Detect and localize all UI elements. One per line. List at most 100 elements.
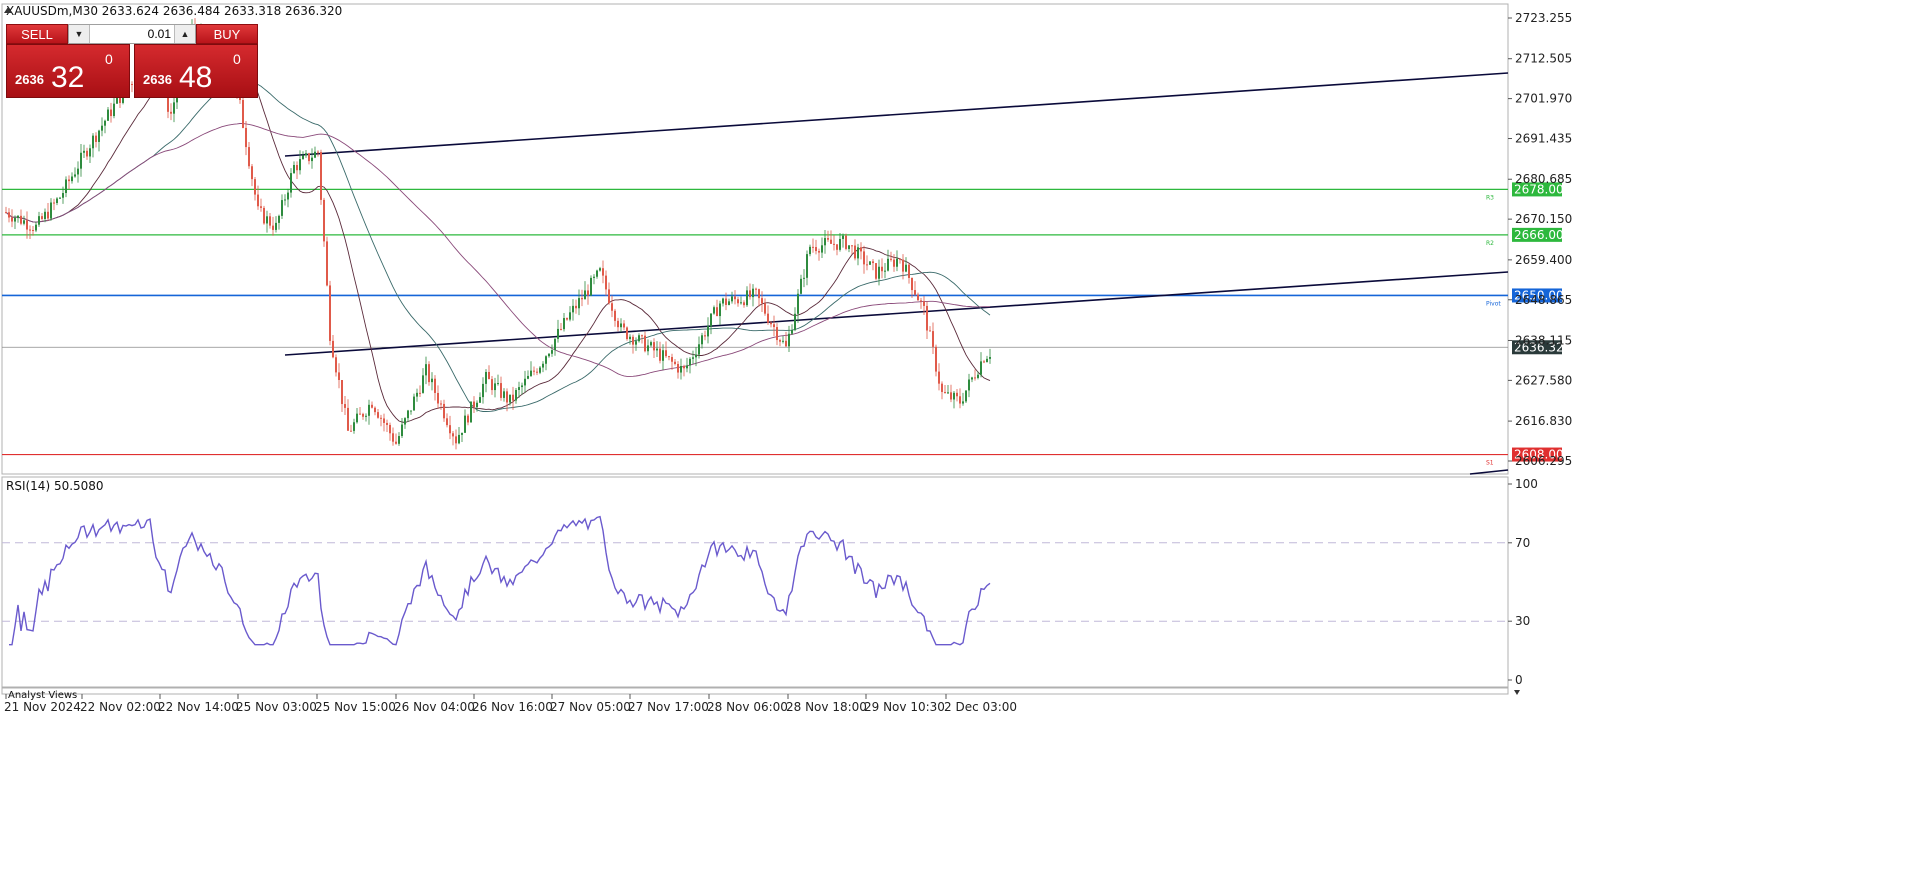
candle-body [896,258,898,267]
candle-body [23,220,25,224]
candle-body [578,298,580,309]
candle-body [887,258,889,271]
candle-body [932,331,934,347]
candle-body [386,422,388,425]
candle-body [818,251,820,253]
time-tick-label: 27 Nov 17:00 [628,700,709,714]
candle-body [449,425,451,434]
candle-body [470,401,472,423]
candle-body [860,247,862,252]
candle-body [956,392,958,397]
candle-body [680,365,682,373]
candle-body [473,401,475,408]
sell-price-quote[interactable]: 2636 32 0 [6,44,130,98]
volume-decrease-icon[interactable]: ▼ [69,25,90,43]
candle-body [254,179,256,195]
candle-body [599,268,601,271]
candle-body [605,275,607,290]
candle-body [809,246,811,255]
rsi-pane[interactable] [1,476,1509,688]
candle-body [641,335,643,337]
candle-body [314,151,316,158]
candle-body [518,387,520,390]
candle-body [866,264,868,266]
candle-body [353,422,355,431]
candle-body [752,288,754,298]
candle-body [539,367,541,373]
candle-body [611,303,613,311]
candle-body [497,383,499,385]
candle-body [593,276,595,278]
sell-button[interactable]: SELL [6,24,68,44]
candle-body [632,336,634,345]
candle-body [683,365,685,369]
candle-body [71,176,73,182]
candle-body [557,328,559,339]
candle-body [854,245,856,259]
candle-body [299,159,301,171]
sell-price-big: 32 [51,61,85,94]
candle-body [848,245,850,249]
candle-body [527,375,529,379]
candle-body [962,401,964,404]
price-tick-label: 2659.400 [1515,253,1572,267]
candle-body [668,356,670,358]
time-tick-label: 2 Dec 03:00 [944,700,1017,714]
candle-body [770,322,772,325]
scroll-down-icon[interactable] [1514,690,1520,695]
candle-body [563,318,565,330]
one-click-trade-panel: SELL ▼ ▲ BUY 2636 32 0 2636 48 0 [6,24,258,98]
volume-stepper[interactable]: ▼ ▲ [68,24,196,44]
candle-body [41,216,43,219]
candle-body [404,418,406,425]
candle-body [959,396,961,404]
price-tick-label: 2723.255 [1515,11,1572,25]
candle-body [461,432,463,435]
candle-body [764,303,766,314]
candle-body [416,392,418,397]
candle-body [380,417,382,419]
candle-body [929,330,931,332]
level-price-label: 2666.000 [1514,228,1571,242]
candle-body [110,109,112,117]
candle-body [845,235,847,249]
candle-body [29,229,31,231]
candle-body [656,348,658,351]
candle-body [491,379,493,391]
candle-body [554,338,556,351]
candle-body [923,301,925,306]
candle-body [617,320,619,328]
time-tick-label: 22 Nov 02:00 [80,700,161,714]
candle-body [872,261,874,264]
candle-body [824,238,826,246]
candle-body [464,415,466,433]
time-tick-label: 29 Nov 10:30 [864,700,945,714]
candle-body [77,168,79,175]
volume-input[interactable] [91,25,175,43]
candle-body [782,340,784,342]
candle-body [410,410,412,412]
candle-body [371,404,373,408]
candle-body [524,378,526,386]
time-tick-label: 26 Nov 04:00 [394,700,475,714]
candle-body [26,220,28,230]
volume-increase-icon[interactable]: ▲ [174,25,195,43]
candle-body [98,130,100,142]
candle-body [317,151,319,153]
price-tick-label: 2712.505 [1515,52,1572,66]
candle-body [899,258,901,260]
candle-body [173,102,175,114]
price-tick-label: 2627.580 [1515,373,1572,387]
candle-body [914,290,916,295]
chart-canvas[interactable]: XAUUSDm,M30 2633.624 2636.484 2633.318 2… [0,0,1916,874]
candle-body [698,344,700,355]
candle-body [104,120,106,126]
candle-body [434,378,436,393]
candle-body [791,330,793,334]
candle-body [368,404,370,416]
candle-body [296,165,298,171]
buy-price-quote[interactable]: 2636 48 0 [134,44,258,98]
buy-button[interactable]: BUY [196,24,258,44]
candle-body [821,245,823,253]
rsi-tick-label: 0 [1515,673,1523,687]
